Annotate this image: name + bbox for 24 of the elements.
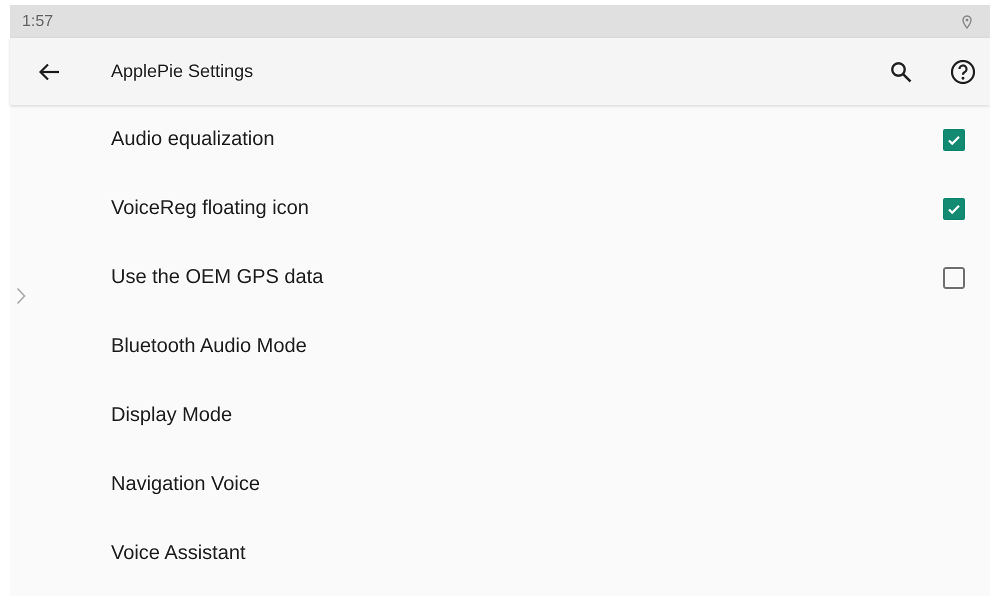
setting-row[interactable]: Voice Assistant — [10, 519, 990, 588]
location-pin-icon — [962, 14, 972, 28]
setting-label: Display Mode — [111, 404, 234, 427]
chevron-right-icon[interactable] — [16, 287, 26, 305]
setting-row[interactable]: Audio equalization — [10, 105, 990, 174]
back-arrow-icon[interactable] — [38, 62, 60, 80]
setting-label: VoiceReg floating icon — [111, 197, 310, 220]
toolbar-title: ApplePie Settings — [111, 61, 254, 82]
setting-row[interactable]: Navigation Voice — [10, 450, 990, 519]
checkbox[interactable] — [943, 198, 965, 220]
help-icon[interactable] — [950, 58, 976, 84]
setting-row[interactable]: Display Mode — [10, 381, 990, 450]
setting-label: Voice Assistant — [111, 542, 247, 565]
search-icon[interactable] — [890, 60, 912, 82]
setting-label: Bluetooth Audio Mode — [111, 335, 308, 358]
setting-row[interactable]: Use the OEM GPS data — [10, 243, 990, 312]
setting-label: Navigation Voice — [111, 473, 261, 496]
setting-row[interactable]: Bluetooth Audio Mode — [10, 312, 990, 381]
setting-label: Audio equalization — [111, 128, 276, 151]
checkbox[interactable] — [943, 128, 965, 150]
setting-label: Use the OEM GPS data — [111, 266, 324, 289]
checkbox[interactable] — [943, 266, 965, 288]
setting-row[interactable]: VoiceReg floating icon — [10, 174, 990, 243]
status-time: 1:57 — [22, 12, 54, 30]
